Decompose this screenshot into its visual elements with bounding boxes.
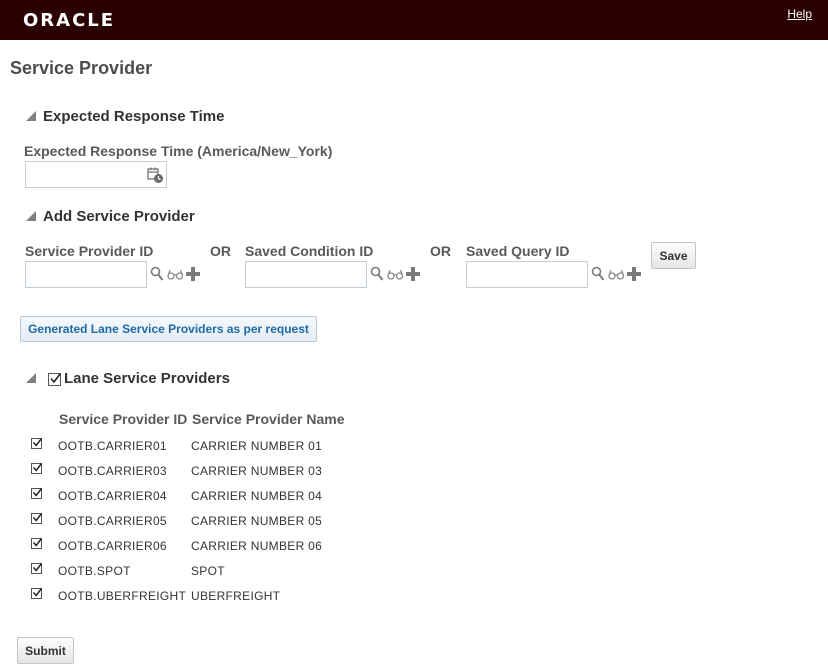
glasses-icon[interactable]	[167, 268, 184, 286]
or-label: OR	[210, 243, 231, 259]
provider-name-cell: UBERFREIGHT	[191, 589, 281, 603]
expected-response-input[interactable]	[25, 161, 167, 188]
plus-icon[interactable]	[627, 267, 641, 286]
row-checkbox[interactable]	[31, 588, 43, 599]
saved-condition-id-label: Saved Condition ID	[245, 243, 374, 259]
expected-response-label: Expected Response Time (America/New_York…	[24, 143, 333, 159]
section-title: Add Service Provider	[43, 208, 195, 225]
saved-query-id-label: Saved Query ID	[466, 243, 570, 259]
submit-button[interactable]: Submit	[17, 637, 74, 664]
provider-name-cell: CARRIER NUMBER 03	[191, 464, 323, 478]
saved-condition-id-input[interactable]	[245, 261, 367, 288]
provider-name-cell: CARRIER NUMBER 04	[191, 489, 323, 503]
search-icon[interactable]	[150, 266, 164, 287]
top-bar: ORACLE Help	[0, 0, 828, 40]
provider-id-cell: OOTB.CARRIER04	[58, 489, 167, 503]
provider-id-cell: OOTB.CARRIER05	[58, 514, 167, 528]
provider-name-cell: CARRIER NUMBER 06	[191, 539, 323, 553]
save-button[interactable]: Save	[651, 242, 696, 269]
glasses-icon[interactable]	[387, 268, 404, 286]
service-provider-id-label: Service Provider ID	[25, 243, 154, 259]
row-checkbox[interactable]	[31, 563, 43, 574]
calendar-clock-icon[interactable]	[147, 167, 164, 189]
search-icon[interactable]	[370, 266, 384, 287]
row-checkbox[interactable]	[31, 488, 43, 499]
glasses-icon[interactable]	[608, 268, 625, 286]
lane-providers-section-header[interactable]	[26, 370, 43, 387]
provider-id-cell: OOTB.CARRIER01	[58, 439, 167, 453]
provider-id-cell: OOTB.CARRIER06	[58, 539, 167, 553]
column-header-provider-name: Service Provider Name	[192, 411, 345, 427]
provider-id-cell: OOTB.SPOT	[58, 564, 131, 578]
search-icon[interactable]	[591, 266, 605, 287]
provider-name-cell: CARRIER NUMBER 05	[191, 514, 323, 528]
plus-icon[interactable]	[406, 267, 420, 286]
page-title: Service Provider	[10, 58, 153, 78]
expected-response-section-header[interactable]: Expected Response Time	[26, 108, 224, 125]
generate-lane-providers-button[interactable]: Generated Lane Service Providers as per …	[20, 316, 317, 342]
help-link[interactable]: Help	[787, 7, 812, 21]
row-checkbox[interactable]	[31, 438, 43, 449]
provider-id-cell: OOTB.CARRIER03	[58, 464, 167, 478]
add-provider-section-header[interactable]: Add Service Provider	[26, 208, 195, 225]
lane-providers-select-all-checkbox[interactable]	[48, 373, 61, 386]
provider-name-cell: SPOT	[191, 564, 225, 578]
collapse-triangle-icon[interactable]	[26, 111, 36, 122]
or-label: OR	[430, 243, 451, 259]
provider-id-cell: OOTB.UBERFREIGHT	[58, 589, 187, 603]
oracle-logo: ORACLE	[23, 10, 116, 31]
column-header-provider-id: Service Provider ID	[59, 411, 188, 427]
section-title: Lane Service Providers	[64, 370, 230, 387]
section-title: Expected Response Time	[43, 108, 225, 125]
row-checkbox[interactable]	[31, 513, 43, 524]
service-provider-id-input[interactable]	[25, 261, 147, 288]
collapse-triangle-icon[interactable]	[26, 211, 36, 222]
plus-icon[interactable]	[186, 267, 200, 286]
collapse-triangle-icon[interactable]	[26, 373, 36, 384]
row-checkbox[interactable]	[31, 463, 43, 474]
row-checkbox[interactable]	[31, 538, 43, 549]
provider-name-cell: CARRIER NUMBER 01	[191, 439, 323, 453]
saved-query-id-input[interactable]	[466, 261, 588, 288]
